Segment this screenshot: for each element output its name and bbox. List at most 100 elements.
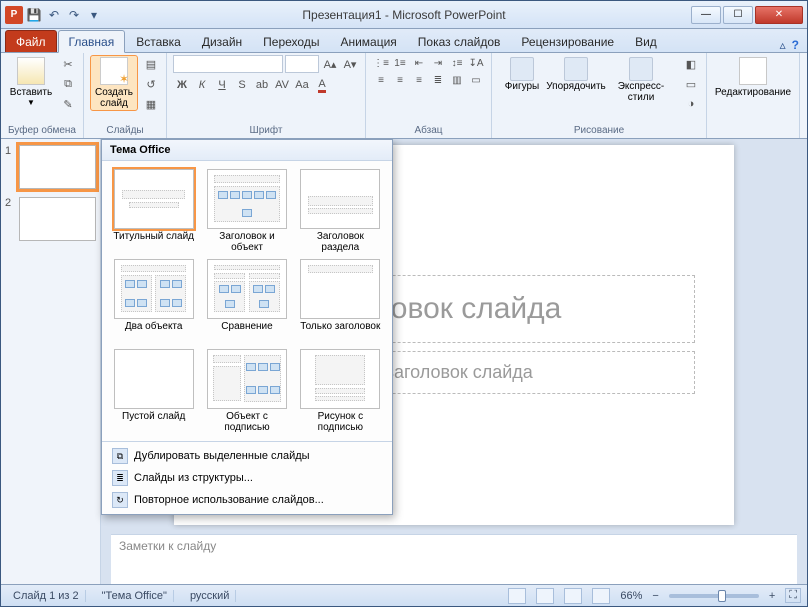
- gallery-header: Тема Office: [102, 140, 392, 161]
- font-color-icon[interactable]: A: [313, 76, 331, 94]
- bullets-icon[interactable]: ⋮≡: [372, 55, 390, 71]
- editing-label: Редактирование: [715, 87, 791, 98]
- shapes-button[interactable]: Фигуры: [498, 55, 546, 92]
- maximize-button[interactable]: ☐: [723, 6, 753, 24]
- bold-icon[interactable]: Ж: [173, 76, 191, 94]
- layout-comparison[interactable]: Сравнение: [203, 259, 290, 343]
- slideshow-view-button[interactable]: [592, 588, 610, 604]
- layout-blank[interactable]: Пустой слайд: [110, 349, 197, 433]
- notes-pane[interactable]: Заметки к слайду: [111, 534, 797, 584]
- redo-icon[interactable]: ↷: [65, 6, 83, 24]
- layout-label: Заголовок раздела: [297, 231, 384, 253]
- font-family-combo[interactable]: [173, 55, 283, 73]
- zoom-out-button[interactable]: −: [652, 590, 658, 602]
- new-slide-button[interactable]: ✶ Создать слайд: [90, 55, 138, 111]
- section-icon[interactable]: ▦: [142, 95, 160, 113]
- tab-design[interactable]: Дизайн: [192, 31, 252, 52]
- numbering-icon[interactable]: 1≡: [391, 55, 409, 71]
- status-language[interactable]: русский: [184, 590, 236, 602]
- tab-animation[interactable]: Анимация: [330, 31, 406, 52]
- tab-transitions[interactable]: Переходы: [253, 31, 329, 52]
- justify-icon[interactable]: ≣: [429, 72, 447, 88]
- reuse-slides-item[interactable]: ↻Повторное использование слайдов...: [102, 489, 392, 511]
- zoom-slider[interactable]: [669, 594, 759, 598]
- duplicate-slides-item[interactable]: ⧉Дублировать выделенные слайды: [102, 445, 392, 467]
- underline-icon[interactable]: Ч: [213, 76, 231, 94]
- paste-button[interactable]: Вставить ▼: [7, 55, 55, 107]
- italic-icon[interactable]: К: [193, 76, 211, 94]
- ribbon-tabs: Файл Главная Вставка Дизайн Переходы Ани…: [1, 29, 807, 53]
- tab-insert[interactable]: Вставка: [126, 31, 191, 52]
- zoom-slider-thumb[interactable]: [718, 590, 726, 602]
- shape-outline-icon[interactable]: ▭: [682, 75, 700, 93]
- indent-inc-icon[interactable]: ⇥: [429, 55, 447, 71]
- layout-label: Объект с подписью: [203, 411, 290, 433]
- gallery-grid: Титульный слайд Заголовок и объект Загол…: [102, 161, 392, 441]
- arrange-button[interactable]: Упорядочить: [552, 55, 600, 92]
- align-center-icon[interactable]: ≡: [391, 72, 409, 88]
- close-button[interactable]: ✕: [755, 6, 803, 24]
- paste-icon: [17, 57, 45, 85]
- tab-view[interactable]: Вид: [625, 31, 667, 52]
- reading-view-button[interactable]: [564, 588, 582, 604]
- tab-review[interactable]: Рецензирование: [511, 31, 624, 52]
- layout-title-only[interactable]: Только заголовок: [297, 259, 384, 343]
- minimize-button[interactable]: —: [691, 6, 721, 24]
- align-left-icon[interactable]: ≡: [372, 72, 390, 88]
- tab-slideshow[interactable]: Показ слайдов: [408, 31, 511, 52]
- quick-styles-button[interactable]: Экспресс-стили: [606, 55, 676, 103]
- align-right-icon[interactable]: ≡: [410, 72, 428, 88]
- status-slide-count[interactable]: Слайд 1 из 2: [7, 590, 86, 602]
- new-slide-label: Создать слайд: [95, 87, 133, 109]
- shape-effects-icon[interactable]: ◑: [682, 95, 700, 113]
- editing-button[interactable]: Редактирование: [713, 55, 793, 98]
- smartart-icon[interactable]: ▭: [467, 72, 485, 88]
- qat-dropdown-icon[interactable]: ▾: [85, 6, 103, 24]
- help-icon[interactable]: ?: [792, 38, 799, 52]
- tab-file[interactable]: Файл: [5, 30, 57, 52]
- thumbnail-slide-2[interactable]: 2: [5, 197, 96, 241]
- new-slide-icon: ✶: [100, 57, 128, 85]
- layout-title-content[interactable]: Заголовок и объект: [203, 169, 290, 253]
- format-painter-icon[interactable]: ✎: [59, 95, 77, 113]
- shape-fill-icon[interactable]: ◧: [682, 55, 700, 73]
- layout-label: Только заголовок: [300, 321, 380, 343]
- columns-icon[interactable]: ▥: [448, 72, 466, 88]
- slides-from-outline-item[interactable]: ≣Слайды из структуры...: [102, 467, 392, 489]
- increase-font-icon[interactable]: A▴: [321, 55, 339, 73]
- cut-icon[interactable]: ✂: [59, 55, 77, 73]
- decrease-font-icon[interactable]: A▾: [341, 55, 359, 73]
- layout-title-slide[interactable]: Титульный слайд: [110, 169, 197, 253]
- shadow-icon[interactable]: ab: [253, 76, 271, 94]
- minimize-ribbon-icon[interactable]: ▵: [780, 38, 786, 52]
- indent-dec-icon[interactable]: ⇤: [410, 55, 428, 71]
- normal-view-button[interactable]: [508, 588, 526, 604]
- change-case-icon[interactable]: Aa: [293, 76, 311, 94]
- layout-picture-caption[interactable]: Рисунок с подписью: [297, 349, 384, 433]
- layout-content-caption[interactable]: Объект с подписью: [203, 349, 290, 433]
- layout-two-content[interactable]: Два объекта: [110, 259, 197, 343]
- layout-section-header[interactable]: Заголовок раздела: [297, 169, 384, 253]
- copy-icon[interactable]: ⧉: [59, 75, 77, 93]
- layout-icon[interactable]: ▤: [142, 55, 160, 73]
- strike-icon[interactable]: S: [233, 76, 251, 94]
- tab-home[interactable]: Главная: [58, 30, 126, 53]
- text-direction-icon[interactable]: ↧A: [467, 55, 485, 71]
- undo-icon[interactable]: ↶: [45, 6, 63, 24]
- thumbnail-preview: [19, 197, 96, 241]
- status-theme[interactable]: "Тема Office": [96, 590, 174, 602]
- line-spacing-icon[interactable]: ↕≡: [448, 55, 466, 71]
- zoom-in-button[interactable]: +: [769, 590, 775, 602]
- zoom-level[interactable]: 66%: [620, 590, 642, 602]
- font-size-combo[interactable]: [285, 55, 319, 73]
- fit-to-window-button[interactable]: ⛶: [785, 588, 801, 603]
- app-logo-icon[interactable]: P: [5, 6, 23, 24]
- char-spacing-icon[interactable]: AV: [273, 76, 291, 94]
- slide-thumbnails-panel[interactable]: 1 2: [1, 139, 101, 584]
- reset-icon[interactable]: ↺: [142, 75, 160, 93]
- thumbnail-slide-1[interactable]: 1: [5, 145, 96, 189]
- sorter-view-button[interactable]: [536, 588, 554, 604]
- gallery-item-label: Дублировать выделенные слайды: [134, 450, 310, 462]
- gallery-item-label: Слайды из структуры...: [134, 472, 253, 484]
- save-icon[interactable]: 💾: [25, 6, 43, 24]
